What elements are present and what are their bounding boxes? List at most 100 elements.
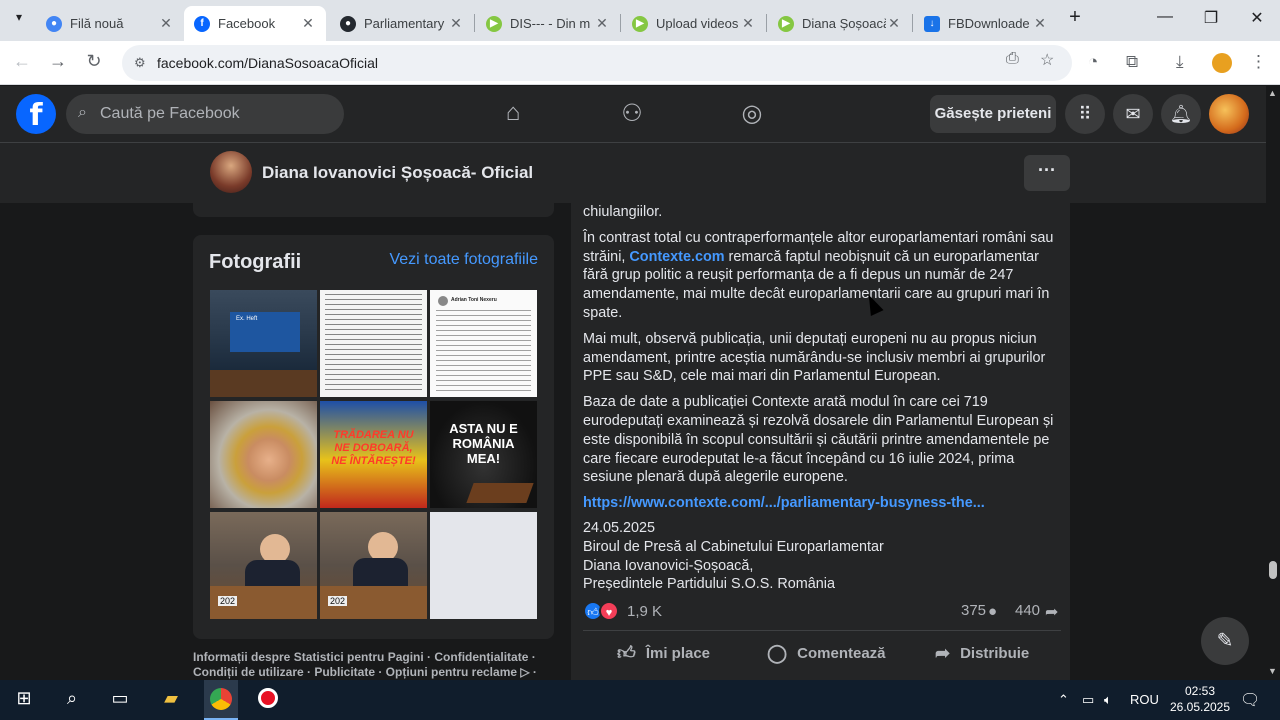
install-app-icon[interactable]: ⎙ xyxy=(1006,50,1019,68)
windows-start-icon[interactable]: ⊞ xyxy=(10,688,38,712)
tray-chevron-icon[interactable]: ⌃ xyxy=(1058,692,1069,708)
divider xyxy=(583,630,1061,631)
scroll-down-icon[interactable]: ▼ xyxy=(1268,666,1277,676)
messenger-icon[interactable]: ✉ xyxy=(1113,94,1153,134)
reaction-count[interactable]: 1,9 K xyxy=(627,603,662,620)
photo-tile[interactable]: TRĂDAREA NU NE DOBOARĂ, NE ÎNTĂREȘTE! xyxy=(320,401,427,508)
notifications-bell-icon[interactable]: 🔔︎ xyxy=(1161,94,1201,134)
network-icon[interactable]: ▭ xyxy=(1082,692,1094,708)
see-all-photos-link[interactable]: Vezi toate fotografiile xyxy=(389,251,538,269)
groups-icon[interactable]: ◎ xyxy=(736,99,768,131)
back-icon[interactable]: ← xyxy=(10,51,34,72)
close-window-icon[interactable]: ✕ xyxy=(1242,8,1272,28)
friends-icon[interactable]: ⚇ xyxy=(616,99,648,131)
close-icon[interactable]: ✕ xyxy=(594,15,610,32)
photos-title: Fotografii xyxy=(209,251,302,273)
new-message-icon[interactable]: ✎ xyxy=(1201,617,1249,665)
footer-line[interactable]: Condiții de utilizare · Publicitate · Op… xyxy=(193,665,554,680)
footer-line[interactable]: Informații despre Statistici pentru Pagi… xyxy=(193,650,554,665)
close-icon[interactable]: ✕ xyxy=(158,15,174,32)
tab-label: Parliamentary xyxy=(364,16,445,31)
language-indicator[interactable]: ROU xyxy=(1130,692,1159,707)
profile-avatar-icon[interactable] xyxy=(1212,53,1232,73)
close-icon[interactable]: ✕ xyxy=(1032,15,1048,32)
bookmark-star-icon[interactable]: ☆ xyxy=(1040,50,1054,70)
download-icon: ↓ xyxy=(924,15,940,32)
extension-icon[interactable]: ◔ xyxy=(1088,52,1098,72)
find-friends-button[interactable]: Găsește prieteni xyxy=(930,95,1056,133)
post-paragraph: chiulangiilor. xyxy=(583,204,663,220)
page-name[interactable]: Diana Iovanovici Șoșoacă- Oficial xyxy=(262,163,533,183)
volume-icon[interactable]: 🔈︎ xyxy=(1104,692,1112,708)
menu-grid-icon[interactable]: ⠿ xyxy=(1065,94,1105,134)
file-explorer-icon[interactable]: ▰ xyxy=(157,688,185,712)
system-clock[interactable]: 02:53 26.05.2025 xyxy=(1165,683,1235,715)
forward-icon[interactable]: → xyxy=(46,51,70,72)
comment-count[interactable]: 375 xyxy=(961,602,986,619)
close-icon[interactable]: ✕ xyxy=(886,15,902,32)
contexte-link[interactable]: Contexte.com xyxy=(629,249,724,265)
post-paragraph: În contrast total cu contraperformanțele… xyxy=(583,229,1061,323)
tab-dis[interactable]: ▶ DIS--- - Din m ✕ xyxy=(476,6,620,41)
chrome-icon: ● xyxy=(46,15,62,32)
tab-search-icon[interactable]: ▾ xyxy=(4,10,34,24)
scroll-thumb[interactable] xyxy=(1269,561,1277,579)
tab-label: Upload videos xyxy=(656,16,739,31)
more-options-icon[interactable]: ··· xyxy=(1024,155,1070,191)
record-icon xyxy=(258,688,278,708)
post-card: chiulangiilor. În contrast total cu cont… xyxy=(571,203,1070,680)
tab-parliamentary[interactable]: ● Parliamentary ✕ xyxy=(330,6,474,41)
restore-icon[interactable]: ❐ xyxy=(1196,8,1226,28)
menu-kebab-icon[interactable]: ⋮ xyxy=(1250,52,1267,72)
tab-divider xyxy=(766,14,767,32)
photo-tile[interactable] xyxy=(320,290,427,397)
windows-taskbar: ⊞ ⌕ ▭ ▰ ⌃ ▭ 🔈︎ ROU 02:53 26.05.2025 🗨︎ xyxy=(0,680,1280,720)
photo-tile[interactable]: Adrian Toni Nexeru xyxy=(430,290,537,397)
comment-icon: ◯ xyxy=(767,642,788,663)
close-icon[interactable]: ✕ xyxy=(740,15,756,32)
close-icon[interactable]: ✕ xyxy=(300,15,316,32)
page-avatar[interactable] xyxy=(210,151,252,193)
site-info-icon[interactable]: ⚙ xyxy=(134,55,150,71)
home-icon[interactable]: ⌂ xyxy=(497,99,529,131)
tab-facebook[interactable]: f Facebook ✕ xyxy=(184,6,326,41)
notification-center-icon[interactable]: 🗨︎ xyxy=(1240,690,1260,710)
share-button[interactable]: ➦ Distribuie xyxy=(935,639,1029,667)
thumbs-up-icon: 👍︎ xyxy=(617,643,636,663)
tab-new-tab[interactable]: ● Filă nouă ✕ xyxy=(36,6,184,41)
photo-tile[interactable]: 202 xyxy=(210,512,317,619)
comment-bubble-icon: ● xyxy=(988,603,998,620)
scroll-up-icon[interactable]: ▲ xyxy=(1268,88,1277,98)
share-count[interactable]: 440 xyxy=(1015,602,1040,619)
tab-divider xyxy=(474,14,475,32)
recorder-icon[interactable] xyxy=(254,688,282,712)
tab-fbdownloader[interactable]: ↓ FBDownloade ✕ xyxy=(914,6,1058,41)
tab-upload-videos[interactable]: ▶ Upload videos ✕ xyxy=(622,6,766,41)
search-icon[interactable]: ⌕ xyxy=(58,688,86,712)
tab-label: Diana Șoșoacă xyxy=(802,16,886,31)
minimize-icon[interactable]: — xyxy=(1150,8,1180,26)
close-icon[interactable]: ✕ xyxy=(448,15,464,32)
chrome-taskbar-icon[interactable] xyxy=(204,680,238,720)
tab-diana-sosoaca[interactable]: ▶ Diana Șoșoacă ✕ xyxy=(768,6,912,41)
page-scrollbar[interactable]: ▲ ▼ xyxy=(1266,86,1280,680)
extensions-puzzle-icon[interactable]: ⧉ xyxy=(1126,52,1138,72)
task-view-icon[interactable]: ▭ xyxy=(106,688,134,712)
like-button[interactable]: 👍︎ Îmi place xyxy=(617,639,710,667)
article-link[interactable]: https://www.contexte.com/.../parliamenta… xyxy=(583,494,1061,513)
photo-tile[interactable] xyxy=(210,401,317,508)
love-reaction-icon[interactable]: ♥ xyxy=(599,601,619,621)
photo-tile[interactable]: Ex. Heft xyxy=(210,290,317,397)
comment-button[interactable]: ◯ Comentează xyxy=(767,639,886,667)
new-tab-icon[interactable]: + xyxy=(1060,6,1090,29)
photo-tile[interactable]: ASTA NU E ROMÂNIA MEA! xyxy=(430,401,537,508)
account-avatar[interactable] xyxy=(1209,94,1249,134)
address-bar[interactable]: ⚙ facebook.com/DianaSosoacaOficial xyxy=(122,45,1072,81)
facebook-search-input[interactable]: ⌕ Caută pe Facebook xyxy=(66,94,344,134)
downloads-icon[interactable]: ⤓ xyxy=(1176,52,1184,72)
post-paragraph: Mai mult, observă publicația, unii deput… xyxy=(583,330,1046,385)
reload-icon[interactable]: ↻ xyxy=(82,51,106,72)
photo-tile[interactable] xyxy=(430,512,537,619)
photo-tile[interactable]: 202 xyxy=(320,512,427,619)
facebook-logo-icon[interactable]: f xyxy=(16,94,56,134)
